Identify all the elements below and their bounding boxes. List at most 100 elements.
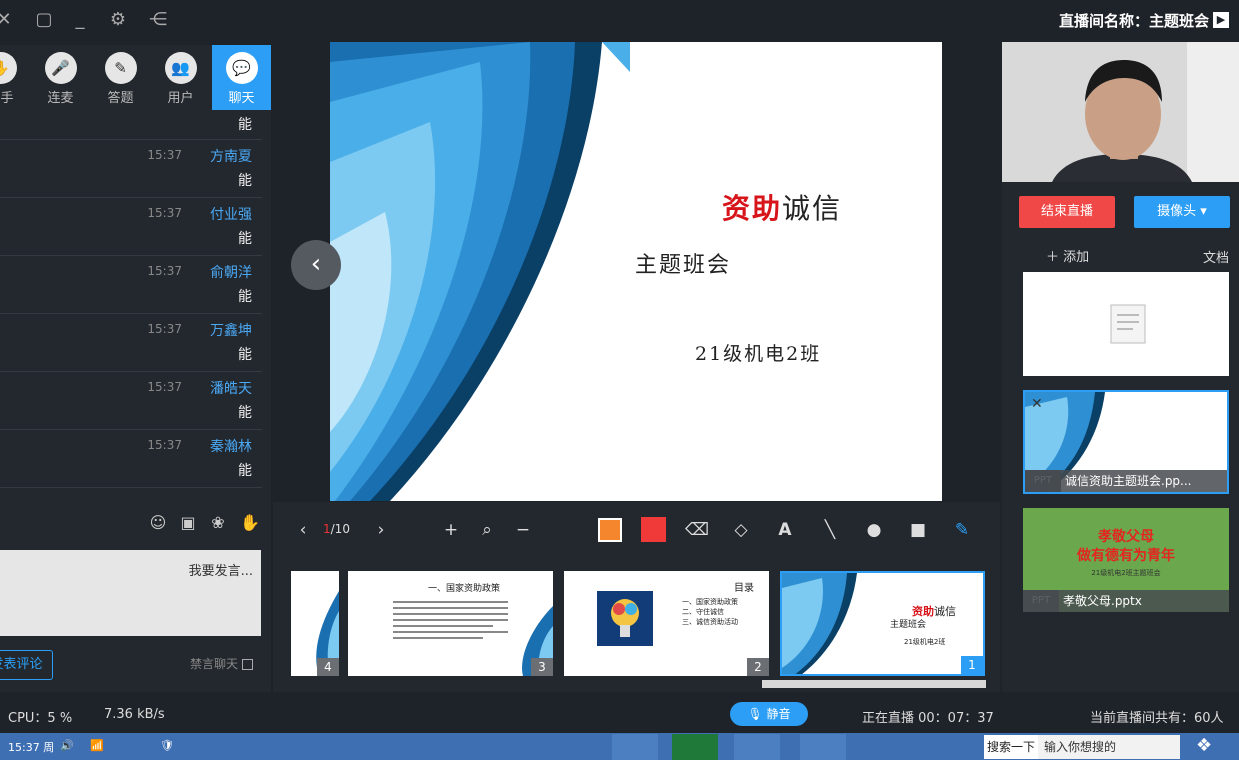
thumbnail-slide-4[interactable]: 4 xyxy=(291,571,339,676)
chat-input[interactable]: 我要发言... xyxy=(0,550,261,636)
close-icon[interactable]: ✕ xyxy=(0,8,16,32)
chat-message: 付业强 15:37 能 xyxy=(0,198,262,256)
tab-quiz[interactable]: ✎ 答题 xyxy=(91,45,150,110)
documents-label: 文档 xyxy=(1202,251,1229,266)
message-text: 能 xyxy=(238,405,252,421)
slide-title-rest: 诚信 xyxy=(782,192,843,225)
taskbar-app-player[interactable] xyxy=(800,734,846,760)
rect-tool-icon[interactable]: ■ xyxy=(906,518,930,542)
maximize-icon[interactable]: ▢ xyxy=(32,8,56,32)
close-icon[interactable]: ✕ xyxy=(1031,396,1043,412)
chat-message: 俞朝洋 15:37 能 xyxy=(0,256,262,314)
sender-name[interactable]: 秦瀚林 xyxy=(210,436,252,456)
tab-users[interactable]: 👥 用户 xyxy=(151,45,210,110)
minimize-icon[interactable]: _ xyxy=(68,8,92,32)
gear-icon[interactable]: ⚙ xyxy=(106,8,130,32)
volume-icon[interactable]: 🔊 xyxy=(60,739,74,752)
clock-time: 15:37 周 xyxy=(8,741,55,754)
tab-label: 答题 xyxy=(107,91,134,106)
thumbnail-number: 1 xyxy=(961,656,983,674)
slide-toolbar-area: ‹ 1/10 › + ⌕ − ⌫ ◇ A ╲ ● ■ ✎ 4 一、国家资助政策 xyxy=(273,502,1000,692)
slide-title-red: 资助 xyxy=(722,192,783,225)
doc-thumb-line1: 孝敬父母 xyxy=(1098,529,1154,545)
mute-label: 静音 xyxy=(766,707,791,721)
thumbnail-scrollbar[interactable] xyxy=(762,680,986,688)
document-item[interactable]: ✕ PPT 诚信资助主题班会.pp... xyxy=(1023,390,1229,494)
slide-thumbnails[interactable]: 4 一、国家资助政策 3 目录 一、国家资助政策 二、守住诚信 三、诚信资助活动 xyxy=(291,570,991,678)
message-text: 能 xyxy=(238,289,252,305)
current-page: 1 xyxy=(323,522,331,536)
pen-tool-icon[interactable]: ✎ xyxy=(950,518,974,542)
message-text: 能 xyxy=(238,117,252,133)
play-icon: ▶ xyxy=(1213,12,1229,28)
tab-label: 聊天 xyxy=(228,91,255,106)
share-icon[interactable]: ⋲ xyxy=(146,8,170,32)
taskbar-search-button[interactable]: 搜索一下 xyxy=(984,735,1038,759)
chevron-left-icon[interactable]: ‹ xyxy=(291,518,315,542)
chat-list[interactable]: 能 方南夏 15:37 能 付业强 15:37 能 俞朝洋 15:37 能 万鑫… xyxy=(0,110,262,498)
tab-label: 举手 xyxy=(0,91,14,106)
tab-chat[interactable]: 💬 聊天 xyxy=(212,45,271,110)
gift-icon[interactable]: ❀ xyxy=(207,512,229,534)
sender-name[interactable]: 潘皓天 xyxy=(210,378,252,398)
thumbnail-number: 4 xyxy=(317,658,339,676)
zoom-out-icon[interactable]: − xyxy=(511,518,535,542)
mute-button[interactable]: 🎙 静音 xyxy=(730,702,808,726)
room-title: 直播间名称：主题班会 xyxy=(1058,12,1209,30)
thumbnail-slide-1[interactable]: 资助诚信 主题班会 21级机电2班 1 xyxy=(780,571,985,676)
tab-mic[interactable]: 🎤 连麦 xyxy=(31,45,90,110)
circle-tool-icon[interactable]: ● xyxy=(862,518,886,542)
taskbar-search-input[interactable]: 输入你想搜的 xyxy=(1038,735,1180,759)
slide-viewer: 资助诚信 主题班会 21级机电2班 ‹ xyxy=(273,42,1000,501)
person-silhouette xyxy=(1002,42,1239,182)
viewer-count: 当前直播间共有：60人 xyxy=(1090,711,1224,726)
send-comment-button[interactable]: 发表评论 xyxy=(0,650,53,680)
status-bar: CPU：5 % 7.36 kB/s 🎙 静音 正在直播 00：07：37 当前直… xyxy=(0,697,1239,733)
document-item[interactable]: 孝敬父母 做有德有为青年 21级机电2班主题班会 PPT 孝敬父母.pptx xyxy=(1023,508,1229,612)
security-icon[interactable]: 🛡 xyxy=(160,739,174,752)
chat-icon: 💬 xyxy=(225,52,258,84)
chevron-right-icon[interactable]: › xyxy=(369,518,393,542)
right-panel: 摄像头 ▾ 结束直播 文档 ＋ 添加 ✕ PPT 诚信资助主题班会.pp... … xyxy=(1002,42,1239,692)
sender-name[interactable]: 万鑫坤 xyxy=(210,320,252,340)
slide-class: 21级机电2班 xyxy=(695,343,822,365)
hand-raise-icon[interactable]: ✋ xyxy=(239,512,261,534)
emoji-icon[interactable]: ☺ xyxy=(147,512,169,534)
clear-icon[interactable]: ⌫ xyxy=(685,518,709,542)
title-bar: ✕ ▢ _ ⚙ ⋲ 直播间名称：主题班会 ▶ xyxy=(0,0,1239,42)
text-tool-icon[interactable]: A xyxy=(773,518,797,542)
sender-name[interactable]: 方南夏 xyxy=(210,146,252,166)
image-icon[interactable]: ▣ xyxy=(177,512,199,534)
thumbnail-subtitle: 主题班会 xyxy=(890,620,927,630)
color-swatch-red[interactable] xyxy=(641,517,666,542)
checkbox[interactable] xyxy=(242,659,254,670)
prev-slide-button[interactable]: ‹ xyxy=(291,240,341,290)
taskbar-app-reader[interactable] xyxy=(612,734,658,760)
mute-chat-checkbox[interactable]: 禁言聊天 xyxy=(190,655,254,672)
network-icon[interactable]: 📶 xyxy=(90,739,104,752)
thumbnail-item: 一、国家资助政策 xyxy=(682,598,738,606)
sender-name[interactable]: 俞朝洋 xyxy=(210,262,252,282)
zoom-icon[interactable]: ⌕ xyxy=(475,518,499,542)
thumbnail-slide-3[interactable]: 一、国家资助政策 3 xyxy=(348,571,553,676)
users-icon: 👥 xyxy=(164,52,197,84)
tab-hand[interactable]: ✋ 举手 xyxy=(0,45,30,110)
taskbar-app-excel[interactable] xyxy=(672,734,718,760)
zoom-in-icon[interactable]: + xyxy=(439,518,463,542)
color-swatch-orange[interactable] xyxy=(598,518,622,542)
current-slide: 资助诚信 主题班会 21级机电2班 xyxy=(330,42,942,501)
thumbnail-item: 二、守住诚信 xyxy=(682,608,724,616)
mute-chat-label: 禁言聊天 xyxy=(190,657,239,671)
message-time: 15:37 xyxy=(147,148,182,162)
add-document-button[interactable]: ＋ 添加 xyxy=(1046,246,1089,265)
camera-button[interactable]: 摄像头 ▾ xyxy=(1134,196,1230,228)
thumbnail-slide-2[interactable]: 目录 一、国家资助政策 二、守住诚信 三、诚信资助活动 2 xyxy=(564,571,769,676)
line-tool-icon[interactable]: ╲ xyxy=(818,518,842,542)
sender-name[interactable]: 付业强 xyxy=(210,204,252,224)
message-time: 15:37 xyxy=(147,264,182,278)
eraser-icon[interactable]: ◇ xyxy=(729,518,753,542)
windows-start-icon[interactable]: ❖ xyxy=(1196,735,1212,756)
taskbar-app-live[interactable] xyxy=(734,734,780,760)
document-placeholder[interactable] xyxy=(1023,272,1229,376)
end-live-button[interactable]: 结束直播 xyxy=(1019,196,1115,228)
